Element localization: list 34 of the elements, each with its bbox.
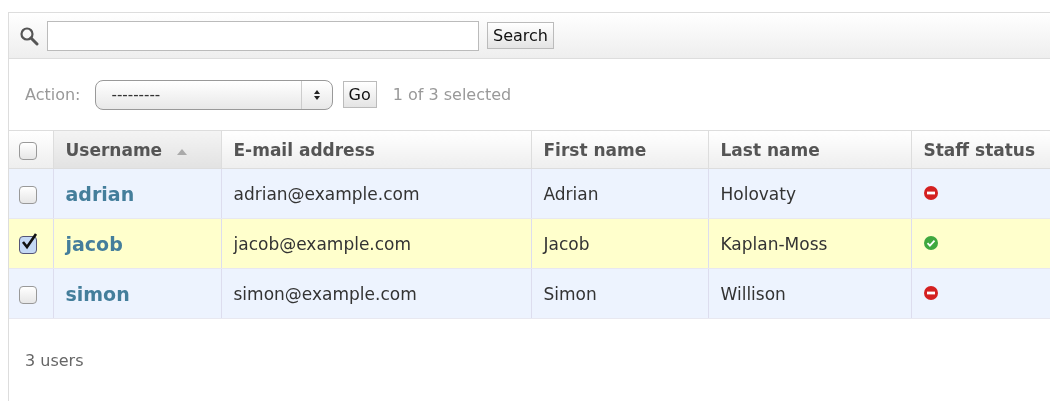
table-cell: simon@example.com — [221, 268, 531, 319]
selection-counter: 1 of 3 selected — [392, 85, 512, 104]
column-header[interactable]: Staff status — [911, 131, 1050, 169]
row-checkbox[interactable] — [19, 235, 37, 254]
column-header[interactable]: Username — [53, 131, 221, 169]
action-dropdown[interactable]: --------- — [94, 79, 333, 110]
username-link[interactable]: adrian — [65, 182, 135, 205]
table-cell: Holovaty — [708, 168, 911, 219]
sort-icon — [176, 147, 189, 156]
username-link[interactable]: jacob — [65, 232, 123, 255]
table-row[interactable]: simon simon@example.com Simon Willison — [9, 268, 1050, 319]
action-label: Action: — [25, 85, 81, 104]
username-link[interactable]: simon — [65, 282, 130, 305]
table-cell: Kaplan-Moss — [708, 218, 911, 269]
user-count: 3 users — [25, 351, 84, 370]
row-checkbox[interactable] — [19, 185, 37, 204]
updown-icon — [312, 88, 321, 101]
column-header[interactable]: Last name — [708, 131, 911, 169]
column-header[interactable]: E-mail address — [221, 131, 531, 169]
table-row[interactable]: jacob jacob@example.com Jacob Kaplan-Moss — [9, 218, 1050, 269]
table-cell: adrian@example.com — [221, 168, 531, 219]
table-cell: Jacob — [531, 218, 708, 269]
table-cell: Willison — [708, 268, 911, 319]
row-checkbox[interactable] — [19, 285, 37, 304]
go-button[interactable]: Go — [342, 81, 377, 108]
table-row[interactable]: adrian adrian@example.com Adrian Holovaty — [9, 168, 1050, 219]
table-cell: Adrian — [531, 168, 708, 219]
search-button[interactable]: Search — [487, 22, 554, 49]
table-cell: Simon — [531, 268, 708, 319]
select-all-checkbox[interactable] — [19, 141, 37, 160]
column-header[interactable]: First name — [531, 131, 708, 169]
search-field[interactable] — [47, 20, 479, 51]
search-icon — [19, 25, 39, 46]
table-cell: jacob@example.com — [221, 218, 531, 269]
